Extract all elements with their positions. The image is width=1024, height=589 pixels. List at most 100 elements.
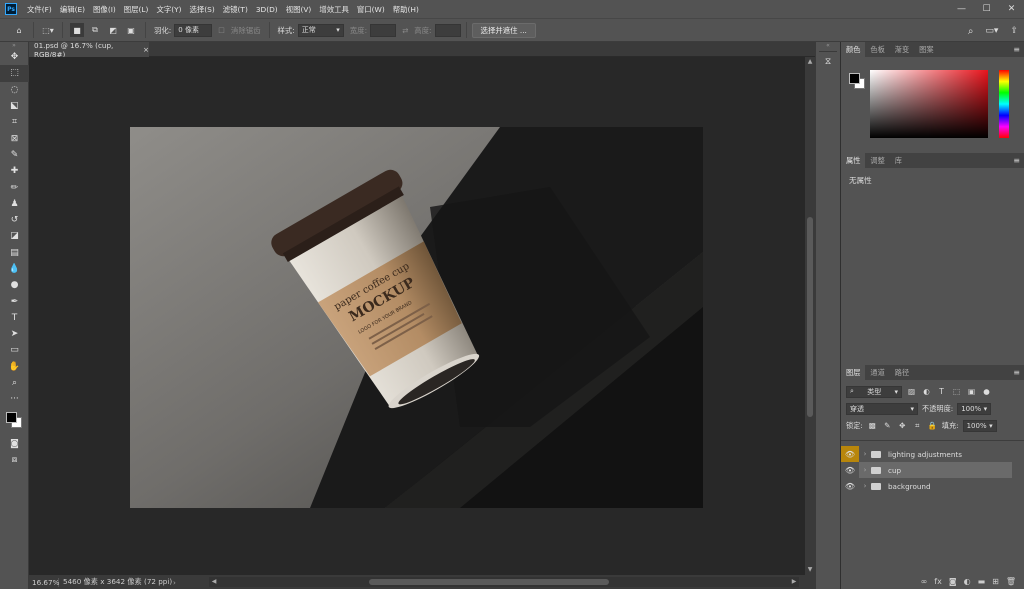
tab-libraries[interactable]: 库 xyxy=(890,153,907,168)
select-and-mask-button[interactable]: 选择并遮住 ... xyxy=(471,22,536,38)
filter-pixel-icon[interactable]: ▨ xyxy=(906,387,917,396)
swap-icon[interactable]: ⇄ xyxy=(402,26,408,35)
tab-paths[interactable]: 路径 xyxy=(890,365,914,380)
foreground-color-swatch[interactable] xyxy=(6,411,17,423)
collapse-toolbar-icon[interactable]: » xyxy=(0,42,28,49)
quick-mask-icon[interactable]: ◙ xyxy=(0,436,29,452)
lock-artboard-icon[interactable]: ⌗ xyxy=(912,421,923,431)
visibility-eye-icon[interactable]: 👁 xyxy=(841,446,859,462)
new-layer-icon[interactable]: ⊞ xyxy=(992,577,999,586)
healing-brush-tool-icon[interactable]: ✚ xyxy=(0,163,29,179)
tab-adjustments[interactable]: 调整 xyxy=(865,153,889,168)
screen-mode-icon[interactable]: ⧈ xyxy=(0,452,29,468)
tab-layers[interactable]: 图层 xyxy=(841,365,866,380)
close-icon[interactable]: ✕ xyxy=(999,0,1024,18)
search-icon[interactable]: ⌕ xyxy=(968,26,974,37)
layer-style-icon[interactable]: fx xyxy=(934,577,942,586)
lock-pixels-icon[interactable]: ▩ xyxy=(867,421,878,430)
visibility-eye-icon[interactable]: 👁 xyxy=(841,462,859,478)
new-adjustment-icon[interactable]: ◐ xyxy=(964,577,971,586)
canvas-area[interactable]: paper coffee cup MOCKUP LOGO FOR YOUR BR… xyxy=(29,57,805,575)
scroll-up-icon[interactable]: ▲ xyxy=(805,57,815,67)
gradient-tool-icon[interactable]: ▤ xyxy=(0,245,29,261)
menu-plugins[interactable]: 增效工具 xyxy=(315,4,353,15)
intersect-selection-icon[interactable]: ▣ xyxy=(124,23,138,37)
workspace-icon[interactable]: ▭▾ xyxy=(985,26,998,36)
filter-adjustment-icon[interactable]: ◐ xyxy=(921,387,932,396)
expand-group-icon[interactable]: › xyxy=(861,482,869,490)
scroll-down-icon[interactable]: ▼ xyxy=(805,565,815,575)
horizontal-scroll-thumb[interactable] xyxy=(369,579,609,585)
minimize-icon[interactable]: — xyxy=(949,0,974,18)
menu-select[interactable]: 选择(S) xyxy=(186,4,219,15)
document-tab[interactable]: 01.psd @ 16.7% (cup, RGB/8#) × xyxy=(29,41,149,59)
expand-panels-icon[interactable]: « xyxy=(816,42,840,49)
hand-tool-icon[interactable]: ✋ xyxy=(0,359,29,375)
rectangular-marquee-tool-icon[interactable]: ⬚ xyxy=(0,65,29,82)
tab-properties[interactable]: 属性 xyxy=(841,153,866,168)
menu-file[interactable]: 文件(F) xyxy=(23,4,56,15)
expand-group-icon[interactable]: › xyxy=(861,466,869,474)
marquee-preset-icon[interactable]: ⬚▾ xyxy=(41,23,55,37)
new-selection-icon[interactable]: ■ xyxy=(70,23,84,37)
properties-menu-icon[interactable]: ≡ xyxy=(1013,153,1020,168)
tab-swatches[interactable]: 色板 xyxy=(865,42,889,57)
tab-patterns[interactable]: 图案 xyxy=(914,42,938,57)
type-tool-icon[interactable]: T xyxy=(0,310,29,326)
lasso-tool-icon[interactable]: ◌ xyxy=(0,82,29,98)
lock-position-icon[interactable]: ✥ xyxy=(897,421,908,430)
move-tool-icon[interactable]: ✥ xyxy=(0,49,29,65)
layer-row[interactable]: 👁 › background xyxy=(841,478,1024,494)
path-selection-tool-icon[interactable]: ➤ xyxy=(0,326,29,342)
panel-foreground-swatch[interactable] xyxy=(849,73,860,84)
subtract-selection-icon[interactable]: ◩ xyxy=(106,23,120,37)
menu-type[interactable]: 文字(Y) xyxy=(152,4,185,15)
height-input[interactable] xyxy=(434,23,461,37)
document-canvas[interactable]: paper coffee cup MOCKUP LOGO FOR YOUR BR… xyxy=(130,127,703,508)
delete-layer-icon[interactable]: 🗑 xyxy=(1006,577,1016,586)
add-mask-icon[interactable]: ◙ xyxy=(949,577,957,586)
layer-row[interactable]: 👁 › cup xyxy=(841,462,1024,478)
status-menu-icon[interactable]: › xyxy=(173,578,176,587)
zoom-level[interactable]: 16.67% xyxy=(29,577,59,587)
more-tools-icon[interactable]: ··· xyxy=(0,391,29,407)
menu-help[interactable]: 帮助(H) xyxy=(389,4,423,15)
layer-row[interactable]: 👁 › lighting adjustments xyxy=(841,446,1024,462)
blend-mode-select[interactable]: 穿透 ▾ xyxy=(846,402,918,415)
opacity-input[interactable]: 100% ▾ xyxy=(957,402,992,415)
menu-edit[interactable]: 编辑(E) xyxy=(56,4,89,15)
filter-type-icon[interactable]: T xyxy=(936,387,947,396)
menu-view[interactable]: 视图(V) xyxy=(282,4,316,15)
dodge-tool-icon[interactable]: ● xyxy=(0,277,29,293)
layers-menu-icon[interactable]: ≡ xyxy=(1013,365,1020,380)
home-icon[interactable]: ⌂ xyxy=(12,23,26,37)
style-select[interactable]: 正常 ▾ xyxy=(297,23,344,37)
tab-color[interactable]: 颜色 xyxy=(841,42,866,57)
eyedropper-tool-icon[interactable]: ✎ xyxy=(0,147,29,163)
frame-tool-icon[interactable]: ⊠ xyxy=(0,130,29,146)
menu-image[interactable]: 图像(I) xyxy=(89,4,120,15)
width-input[interactable] xyxy=(370,23,397,37)
link-layers-icon[interactable]: ∞ xyxy=(921,577,928,586)
menu-layer[interactable]: 图层(L) xyxy=(120,4,153,15)
tab-channels[interactable]: 通道 xyxy=(865,365,889,380)
scroll-left-icon[interactable]: ◀ xyxy=(209,577,219,587)
history-brush-tool-icon[interactable]: ↺ xyxy=(0,212,29,228)
menu-3d[interactable]: 3D(D) xyxy=(252,5,282,14)
menu-filter[interactable]: 滤镜(T) xyxy=(219,4,252,15)
lock-paint-icon[interactable]: ✎ xyxy=(882,421,893,430)
object-selection-tool-icon[interactable]: ⬕ xyxy=(0,98,29,114)
expand-group-icon[interactable]: › xyxy=(861,450,869,458)
antialias-checkbox[interactable]: ☐ xyxy=(218,26,225,35)
new-group-icon[interactable]: ▬ xyxy=(978,577,986,586)
scroll-right-icon[interactable]: ▶ xyxy=(789,577,799,587)
visibility-eye-icon[interactable]: 👁 xyxy=(841,478,859,494)
vertical-scroll-thumb[interactable] xyxy=(807,217,813,417)
menu-window[interactable]: 窗口(W) xyxy=(353,4,389,15)
history-panel-icon[interactable]: ⧖ xyxy=(816,54,840,70)
zoom-tool-icon[interactable]: ⌕ xyxy=(0,375,29,391)
maximize-icon[interactable]: ☐ xyxy=(974,0,999,18)
filter-smart-object-icon[interactable]: ▣ xyxy=(966,387,977,396)
color-picker-field[interactable] xyxy=(870,70,988,138)
pen-tool-icon[interactable]: ✒ xyxy=(0,293,29,309)
